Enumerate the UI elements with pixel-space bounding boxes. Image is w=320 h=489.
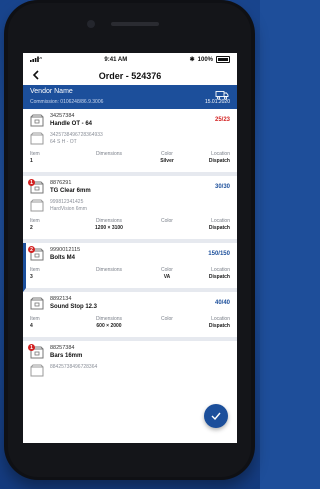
item-code: 88257384 bbox=[50, 345, 75, 351]
vendor-date: 15.01.2020 bbox=[204, 99, 230, 105]
list-item[interactable]: 34257384 Handle OT - 64 25/23 3425738496… bbox=[23, 109, 237, 176]
color-col: Color bbox=[152, 218, 182, 225]
item-index-col: Item 3 bbox=[30, 267, 40, 280]
item-code: 8892134 bbox=[50, 296, 72, 302]
dimensions-value: 1200 × 3100 bbox=[95, 225, 123, 231]
dimensions-col: Dimensions bbox=[82, 151, 136, 158]
item-name: TG Clear 6mm bbox=[50, 188, 91, 194]
color-label: Color bbox=[161, 316, 173, 322]
item-code: 8876291 bbox=[50, 180, 72, 186]
dimensions-col: Dimensions 600 × 2000 bbox=[82, 316, 136, 329]
location-col: Location Dispatch bbox=[209, 316, 230, 329]
item-barcode: 3425738496728364933 bbox=[50, 132, 103, 138]
package-icon bbox=[30, 297, 44, 310]
item-name: Sound Stop 12.3 bbox=[50, 304, 98, 310]
location-col: Location Dispatch bbox=[209, 151, 230, 164]
package-icon bbox=[30, 132, 44, 145]
item-quantity: 150/150 bbox=[208, 251, 230, 257]
location-label: Location bbox=[211, 151, 230, 157]
status-right: ✱ 100% bbox=[190, 56, 230, 63]
page-title: Order - 524376 bbox=[98, 70, 162, 81]
signal-icon bbox=[30, 56, 43, 64]
item-index: 1 bbox=[30, 158, 33, 164]
item-index-col: Item 4 bbox=[30, 316, 40, 329]
item-barcode: 999812341425 bbox=[50, 199, 84, 205]
dimensions-label: Dimensions bbox=[95, 267, 123, 273]
color-label: Color bbox=[161, 151, 173, 157]
vendor-header: Vendor Name Commission: 0106248/86.9.300… bbox=[23, 85, 237, 109]
color-label: Color bbox=[161, 267, 173, 273]
color-label: Color bbox=[161, 218, 173, 224]
app-screen: 9:41 AM ✱ 100% Order - 524376 Vendor Nam… bbox=[23, 53, 237, 443]
item-index: 2 bbox=[30, 225, 33, 231]
item-label: Item bbox=[30, 267, 40, 273]
status-bar: 9:41 AM ✱ 100% bbox=[23, 53, 237, 66]
nav-bar: Order - 524376 bbox=[23, 66, 237, 85]
camera-icon bbox=[87, 20, 95, 28]
item-index-col: Item 2 bbox=[30, 218, 40, 231]
battery-percent: 100% bbox=[197, 56, 213, 63]
color-value: VA bbox=[163, 274, 171, 280]
item-index: 3 bbox=[30, 274, 33, 280]
item-label: Item bbox=[30, 218, 40, 224]
dimensions-label: Dimensions bbox=[95, 316, 123, 322]
list-item-selected[interactable]: 2 9990012115 Bolts M4 150/150 Item 3 Dime… bbox=[23, 243, 237, 292]
location-value: Dispatch bbox=[208, 323, 230, 329]
location-value: Dispatch bbox=[208, 225, 230, 231]
dimensions-value: 600 × 2000 bbox=[96, 323, 122, 329]
item-name: Bolts M4 bbox=[50, 255, 76, 261]
item-label: Item bbox=[30, 316, 40, 322]
location-value: Dispatch bbox=[208, 274, 230, 280]
item-quantity: 40/40 bbox=[214, 300, 230, 306]
dimensions-col: Dimensions 1200 × 3100 bbox=[82, 218, 136, 231]
dimensions-col: Dimensions bbox=[82, 267, 136, 274]
item-name: Handle OT - 64 bbox=[50, 121, 93, 127]
location-label: Location bbox=[211, 218, 230, 224]
item-label: Item bbox=[30, 151, 40, 157]
vendor-name: Vendor Name bbox=[30, 88, 73, 95]
color-value: Silver bbox=[160, 158, 174, 164]
check-icon bbox=[211, 412, 221, 420]
location-col: Location Dispatch bbox=[209, 218, 230, 231]
back-button[interactable] bbox=[29, 68, 43, 82]
item-quantity: 30/30 bbox=[214, 184, 230, 190]
item-variant: HardVision 6mm bbox=[50, 206, 87, 212]
confirm-button[interactable] bbox=[204, 404, 228, 428]
item-quantity: 25/23 bbox=[214, 117, 230, 123]
dimensions-label: Dimensions bbox=[95, 151, 123, 157]
list-item[interactable]: 1 88257384 Bars 16mm 88425738496728364 bbox=[23, 341, 237, 383]
color-col: Color VA bbox=[152, 267, 182, 280]
dimensions-label: Dimensions bbox=[95, 218, 123, 224]
speaker-icon bbox=[111, 22, 159, 26]
item-barcode: 88425738496728364 bbox=[50, 364, 98, 370]
location-value: Dispatch bbox=[208, 158, 230, 164]
bluetooth-icon: ✱ bbox=[189, 57, 195, 63]
vendor-commission: Commission: 0106248/86.9.3006 bbox=[30, 99, 104, 105]
battery-icon bbox=[216, 56, 230, 63]
color-col: Color Silver bbox=[152, 151, 182, 164]
package-icon bbox=[30, 199, 44, 212]
location-label: Location bbox=[211, 267, 230, 273]
item-index: 4 bbox=[30, 323, 33, 329]
alert-badge: 1 bbox=[28, 344, 35, 351]
item-index-col: Item 1 bbox=[30, 151, 40, 164]
item-name: Bars 16mm bbox=[50, 353, 83, 359]
item-code: 9990012115 bbox=[50, 247, 81, 253]
package-icon bbox=[30, 364, 44, 377]
status-time: 9:41 AM bbox=[104, 56, 128, 63]
item-variant: 64 S H - OT bbox=[50, 139, 77, 145]
location-col: Location Dispatch bbox=[209, 267, 230, 280]
color-col: Color bbox=[152, 316, 182, 323]
list-item[interactable]: 1 8876291 TG Clear 6mm 30/30 99981234142… bbox=[23, 176, 237, 243]
alert-badge: 2 bbox=[28, 246, 35, 253]
alert-badge: 1 bbox=[28, 179, 35, 186]
package-icon bbox=[30, 114, 44, 127]
item-code: 34257384 bbox=[50, 113, 75, 119]
location-label: Location bbox=[211, 316, 230, 322]
list-item[interactable]: 8892134 Sound Stop 12.3 40/40 Item 4 Dime… bbox=[23, 292, 237, 341]
chevron-left-icon bbox=[32, 70, 39, 80]
